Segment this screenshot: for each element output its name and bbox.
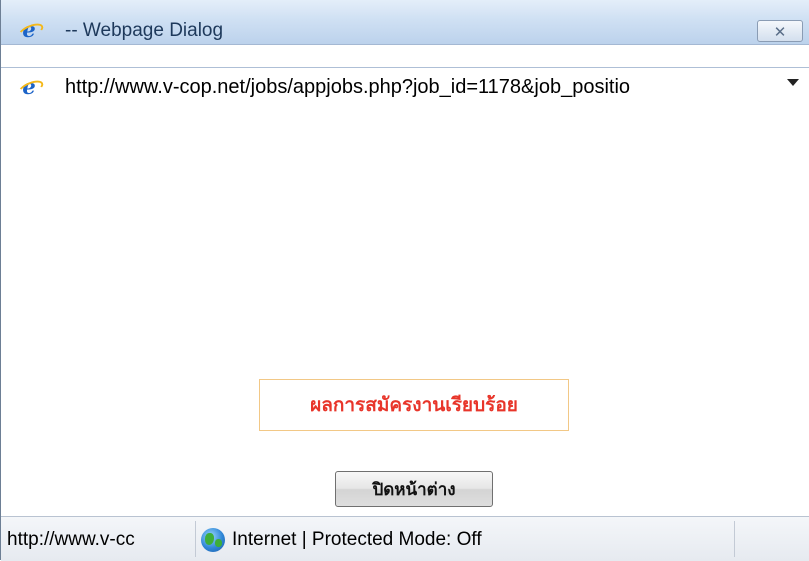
address-bar[interactable]: e http://www.v-cop.net/jobs/appjobs.php?… [1, 67, 809, 107]
webpage-dialog-window: e -- Webpage Dialog ✕ e http://www.v-cop… [0, 0, 809, 561]
close-window-button[interactable]: ปิดหน้าต่าง [335, 471, 493, 507]
ie-logo-icon: e [19, 19, 39, 40]
result-message: ผลการสมัครงานเรียบร้อย [310, 394, 518, 416]
title-bar[interactable]: e -- Webpage Dialog ✕ [1, 0, 809, 45]
close-icon: ✕ [773, 23, 787, 41]
address-dropdown-icon[interactable] [787, 79, 799, 86]
close-button[interactable]: ✕ [757, 20, 803, 42]
security-zone-text[interactable]: Internet | Protected Mode: Off [232, 529, 482, 551]
address-url[interactable]: http://www.v-cop.net/jobs/appjobs.php?jo… [65, 76, 630, 99]
status-url: http://www.v-cc [7, 529, 135, 550]
ie-page-icon: e [19, 76, 39, 97]
result-message-box: ผลการสมัครงานเรียบร้อย [259, 379, 569, 431]
window-title: -- Webpage Dialog [65, 20, 224, 41]
status-divider [195, 521, 196, 557]
status-bar: http://www.v-cc Internet | Protected Mod… [1, 516, 809, 561]
dialog-content: ผลการสมัครงานเรียบร้อย ปิดหน้าต่าง [1, 106, 809, 514]
status-divider [734, 521, 735, 557]
globe-icon [201, 528, 225, 552]
